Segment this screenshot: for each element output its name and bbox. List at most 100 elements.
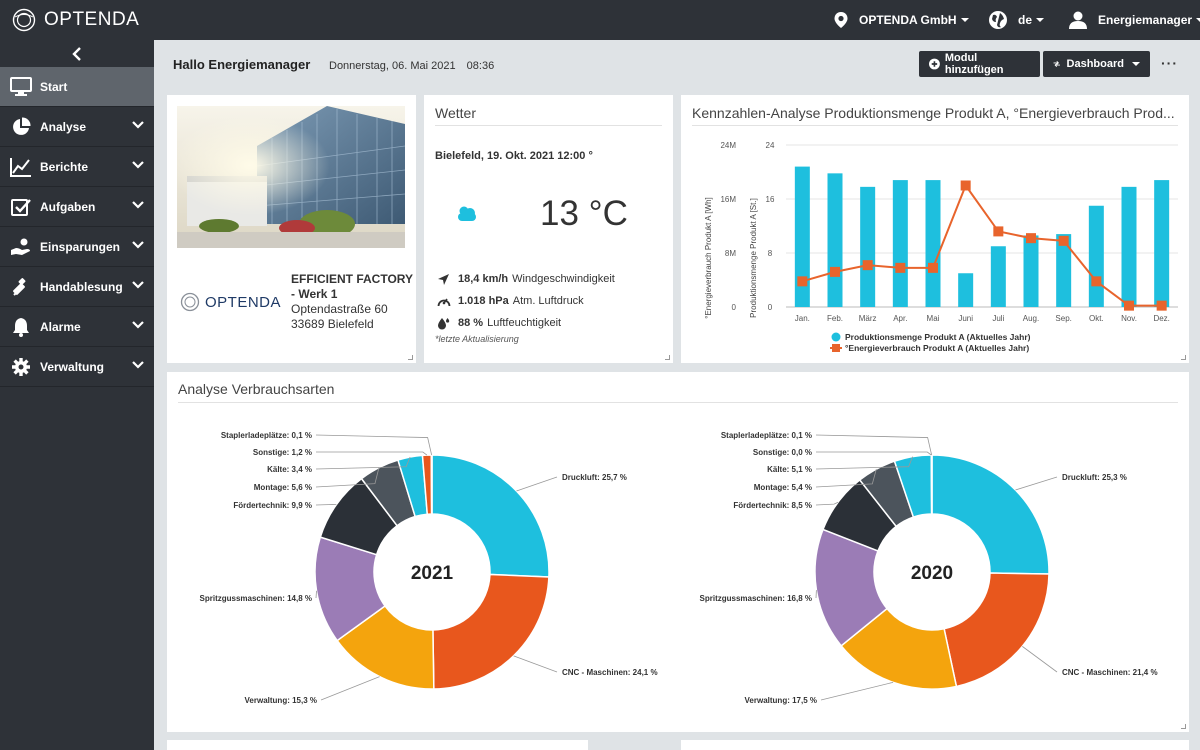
sidebar: Start Analyse Berichte Aufgaben Einsparu…	[0, 40, 154, 750]
dashboard-selector-button[interactable]: Dashboard	[1043, 51, 1150, 77]
bar[interactable]	[1088, 205, 1104, 307]
bottom-card-right	[681, 740, 1189, 750]
bar[interactable]	[1154, 180, 1170, 307]
sidebar-item-einsparungen[interactable]: Einsparungen	[0, 227, 154, 267]
plus-circle-icon	[929, 58, 940, 70]
line-point[interactable]	[993, 226, 1004, 237]
line-point[interactable]	[1124, 300, 1134, 311]
label-leader-line	[315, 451, 428, 456]
brand-text: OPTENDA	[205, 293, 282, 311]
chevron-down-icon	[132, 281, 144, 289]
sidebar-collapse-button[interactable]	[0, 40, 154, 67]
donut-center-label: 2021	[411, 563, 454, 584]
line-point[interactable]	[1026, 233, 1036, 244]
navigation-arrow-icon	[438, 273, 449, 285]
slice-label: Sonstige: 1,2 %	[253, 448, 312, 457]
checkbox-icon	[9, 195, 33, 219]
bar[interactable]	[925, 180, 941, 307]
line-point[interactable]	[895, 262, 906, 273]
wind-label: Windgeschwindigkeit	[512, 273, 615, 285]
y-right-tick-label: 0	[768, 303, 773, 312]
bar[interactable]	[1023, 235, 1039, 307]
bar[interactable]	[892, 180, 908, 307]
sidebar-item-label: Verwaltung	[40, 359, 105, 374]
factory-street: Optendastraße 60	[291, 302, 388, 316]
bar[interactable]	[990, 246, 1006, 307]
line-point[interactable]	[862, 260, 873, 271]
chevron-down-icon	[1196, 18, 1200, 22]
resize-handle[interactable]	[1181, 724, 1186, 729]
line-point[interactable]	[960, 180, 971, 191]
sidebar-item-analyse[interactable]: Analyse	[0, 107, 154, 147]
x-tick-label: Okt.	[1089, 314, 1104, 323]
sidebar-item-start[interactable]: Start	[0, 67, 154, 107]
user-menu[interactable]: Energiemanager	[1068, 0, 1200, 40]
user-icon	[1069, 11, 1087, 29]
resize-handle[interactable]	[408, 355, 413, 360]
language-selector[interactable]: de	[988, 0, 1045, 40]
current-datetime: Donnerstag, 06. Mai 2021 08:36	[329, 60, 494, 72]
line-point[interactable]	[928, 262, 938, 273]
slice-label: Fördertechnik: 8,5 %	[733, 501, 812, 510]
savings-hand-icon	[9, 235, 33, 259]
more-options-button[interactable]: ···	[1161, 55, 1178, 71]
kpi-chart-title: Kennzahlen-Analyse Produktionsmenge Prod…	[692, 105, 1175, 121]
legend-marker-circle	[831, 332, 841, 342]
bar[interactable]	[860, 186, 876, 307]
consumption-analysis-card: Analyse Verbrauchsarten 2021 Druckluft: 2…	[167, 372, 1189, 732]
kpi-combo-chart[interactable]: 0 0 8M 8 16M 16 24M 24 °Energieverbrauch Produkt…	[681, 131, 1189, 363]
donut-center-label: 2020	[911, 563, 953, 584]
y-right-tick-label: 16	[766, 195, 775, 204]
slice-label: Verwaltung: 15,3 %	[245, 696, 317, 705]
optenda-logo-icon	[12, 8, 36, 32]
line-point[interactable]	[830, 266, 840, 277]
line-point[interactable]	[1058, 235, 1069, 246]
x-tick-label: Aug.	[1023, 314, 1039, 323]
slice-label: Staplerladeplätze: 0,1 %	[221, 431, 312, 440]
line-chart-icon	[9, 155, 33, 179]
bar[interactable]	[827, 173, 843, 307]
page-greeting: Hallo Energiemanager	[173, 57, 311, 72]
slice-label: Montage: 5,4 %	[754, 483, 812, 492]
sidebar-item-berichte[interactable]: Berichte	[0, 147, 154, 187]
y-left-tick-label: 0	[732, 303, 737, 312]
x-tick-label: Juli	[992, 314, 1004, 323]
sidebar-item-aufgaben[interactable]: Aufgaben	[0, 187, 154, 227]
line-point[interactable]	[797, 276, 808, 287]
bar[interactable]	[1121, 186, 1137, 307]
factory-card: OPTENDA EFFICIENT FACTORY - Werk 1 Opten…	[167, 95, 416, 363]
slice-label: Montage: 5,6 %	[254, 483, 312, 492]
company-selector[interactable]: OPTENDA GmbH	[833, 0, 969, 40]
sidebar-item-handablesung[interactable]: Handablesung	[0, 267, 154, 307]
sidebar-item-label: Berichte	[40, 159, 89, 174]
app-logo[interactable]: OPTENDA	[12, 8, 139, 32]
globe-icon	[989, 11, 1007, 29]
slice-label: Kälte: 5,1 %	[767, 465, 812, 474]
y-left-tick-label: 24M	[720, 141, 736, 150]
sidebar-item-label: Analyse	[40, 119, 87, 134]
donut-slice[interactable]	[432, 573, 550, 690]
consumption-donut-charts[interactable]: 2021 Druckluft: 25,7 % CNC - Maschinen: 24…	[167, 372, 1189, 732]
slice-label: CNC - Maschinen: 24,1 %	[562, 668, 658, 677]
line-point[interactable]	[1091, 276, 1102, 287]
donut-slice[interactable]	[430, 454, 433, 515]
sidebar-item-verwaltung[interactable]: Verwaltung	[0, 347, 154, 387]
bar[interactable]	[958, 273, 974, 307]
resize-handle[interactable]	[1181, 355, 1186, 360]
label-leader-line	[815, 501, 839, 506]
donut-slice[interactable]	[930, 454, 933, 515]
line-point[interactable]	[1156, 300, 1167, 311]
resize-handle[interactable]	[665, 355, 670, 360]
donut-slice[interactable]	[931, 454, 1050, 575]
pressure-row: 1.018 hPa Atm. Luftdruck	[437, 290, 615, 312]
sidebar-item-alarme[interactable]: Alarme	[0, 307, 154, 347]
donut-slice[interactable]	[943, 572, 1050, 688]
dashboard-label: Dashboard	[1066, 58, 1124, 70]
sidebar-item-label: Handablesung	[40, 279, 123, 294]
cloud-icon	[458, 206, 476, 221]
sidebar-item-label: Alarme	[40, 319, 81, 334]
bell-icon	[9, 315, 33, 339]
add-module-button[interactable]: Modul hinzufügen	[919, 51, 1040, 77]
donut-slice[interactable]	[431, 454, 550, 578]
monitor-icon	[9, 75, 33, 99]
